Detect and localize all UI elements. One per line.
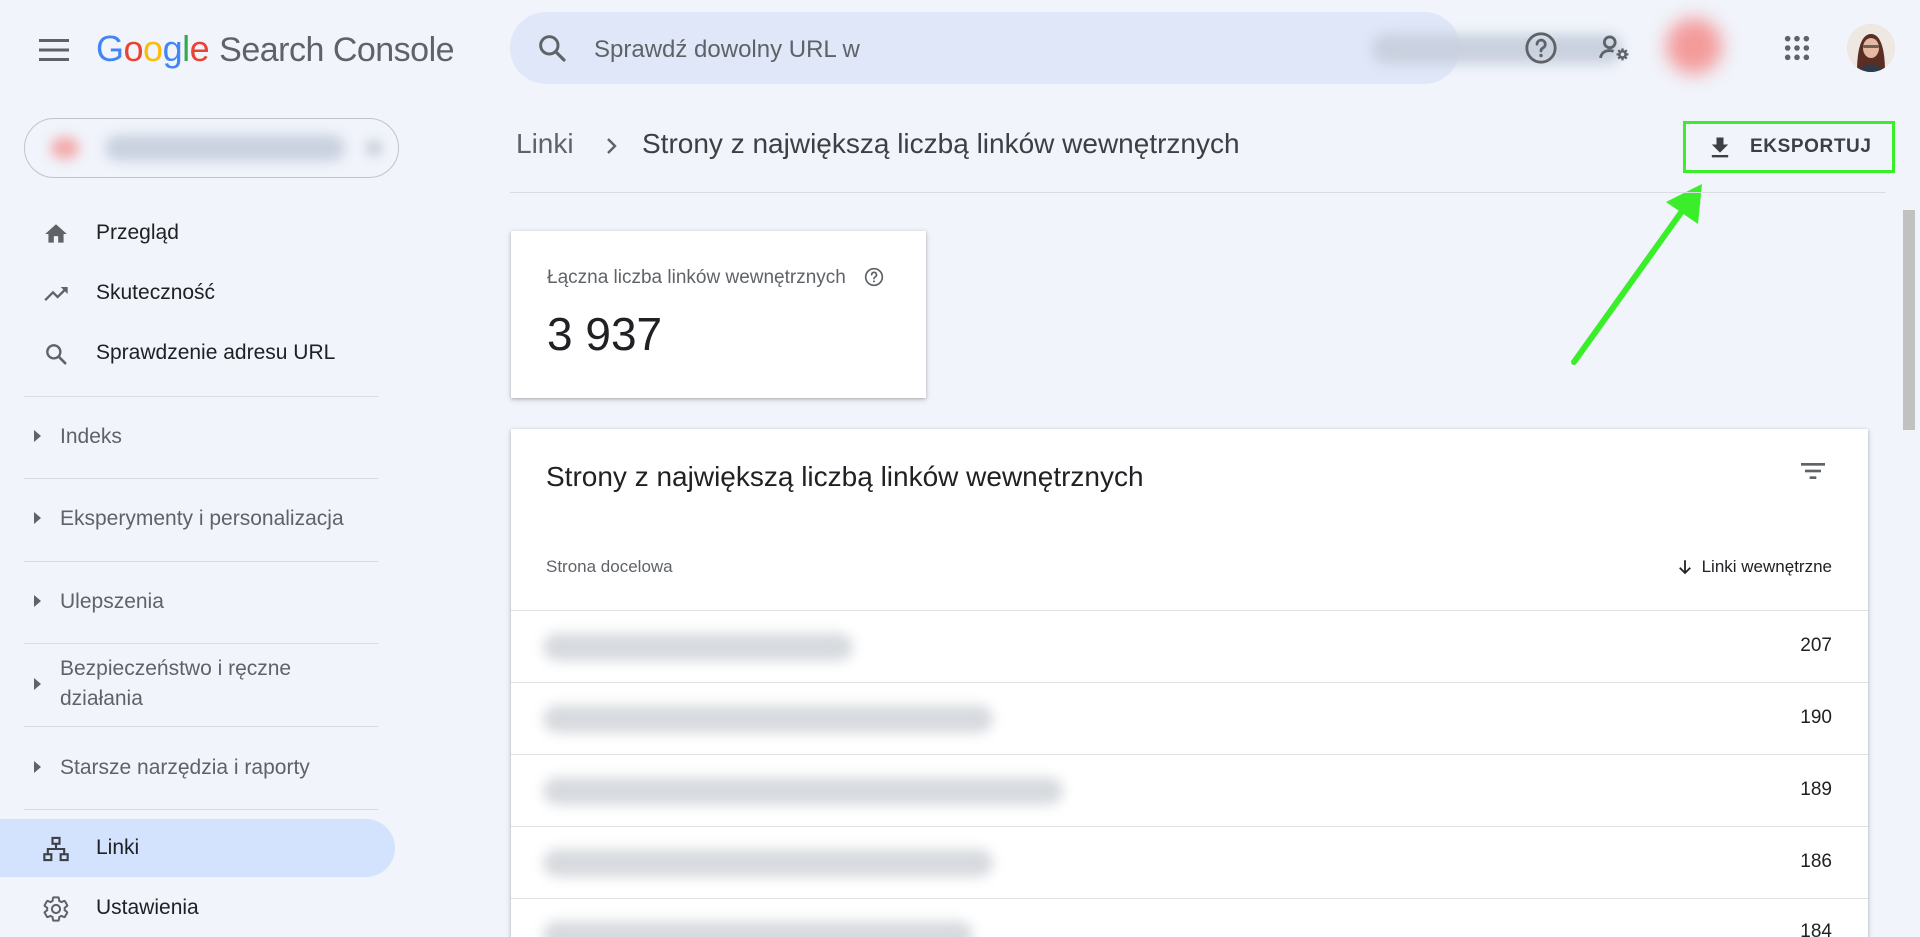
table-row[interactable]: 184 (511, 898, 1868, 937)
redacted-property-url (1372, 34, 1622, 64)
internal-links-count: 207 (1800, 635, 1832, 656)
internal-links-count: 184 (1800, 921, 1832, 937)
caret-right-icon (34, 430, 41, 442)
section-enhancements[interactable]: Ulepszenia (0, 585, 380, 625)
top-linked-pages-table: Strony z największą liczbą linków wewnęt… (511, 429, 1868, 937)
nav-item-url-inspection[interactable]: Sprawdzenie adresu URL (0, 324, 395, 382)
column-header-target-page[interactable]: Strona docelowa (546, 557, 673, 577)
section-index[interactable]: Indeks (0, 420, 380, 460)
nav-item-overview[interactable]: Przegląd (0, 204, 395, 262)
redacted-url (543, 921, 973, 937)
url-inspection-search[interactable]: Sprawdź dowolny URL w (510, 12, 1622, 84)
nav-item-links[interactable]: Linki (0, 819, 395, 877)
avatar[interactable] (1847, 24, 1895, 72)
section-experiments[interactable]: Eksperymenty i personalizacja (0, 502, 380, 542)
trending-up-icon (42, 280, 70, 308)
gear-icon (42, 895, 70, 923)
table-row[interactable]: 186 (511, 826, 1868, 898)
column-header-internal-links[interactable]: Linki wewnętrzne (1676, 557, 1832, 577)
table-row[interactable]: 189 (511, 754, 1868, 826)
caret-right-icon (34, 678, 41, 690)
sidebar-divider (24, 396, 378, 397)
sidebar-divider (24, 809, 378, 810)
top-header: Google Search Console Sprawdź dowolny URL… (0, 0, 1920, 100)
scrollbar[interactable] (1903, 210, 1915, 930)
sidebar-divider (24, 478, 378, 479)
redacted-url (543, 777, 1063, 805)
section-security[interactable]: Bezpieczeństwo i ręczne działania (0, 652, 380, 716)
sidebar-divider (24, 643, 378, 644)
search-icon (42, 340, 70, 368)
download-icon (1706, 134, 1734, 167)
search-placeholder: Sprawdź dowolny URL w (594, 36, 860, 63)
page-title: Strony z największą liczbą linków wewnęt… (642, 128, 1240, 159)
section-legacy-tools[interactable]: Starsze narzędzia i raporty (0, 751, 380, 791)
breadcrumb-parent-link[interactable]: Linki (516, 128, 574, 160)
table-title: Strony z największą liczbą linków wewnęt… (546, 461, 1144, 492)
table-row[interactable]: 190 (511, 682, 1868, 754)
home-icon (42, 220, 70, 248)
redacted-property-favicon (51, 137, 79, 159)
scrollbar-thumb[interactable] (1903, 210, 1915, 430)
help-icon[interactable] (864, 267, 884, 292)
caret-right-icon (34, 595, 41, 607)
redacted-url (543, 849, 993, 877)
sidebar-divider (24, 726, 378, 727)
nav-item-performance[interactable]: Skuteczność (0, 264, 395, 322)
export-button[interactable]: EKSPORTUJ (1683, 121, 1895, 173)
annotation-arrow (1571, 184, 1702, 365)
chevron-right-icon (600, 132, 624, 165)
internal-links-count: 186 (1800, 851, 1832, 872)
nav-item-settings[interactable]: Ustawienia (0, 879, 395, 937)
table-row[interactable]: 207 (511, 610, 1868, 682)
google-search-console-logo[interactable]: Google Search Console (96, 28, 455, 70)
arrow-down-icon (1678, 560, 1691, 575)
manage-users-icon[interactable] (1594, 28, 1634, 68)
dropdown-icon (365, 139, 383, 157)
caret-right-icon (34, 761, 41, 773)
redacted-property-name (105, 135, 345, 161)
apps-icon[interactable] (1777, 28, 1817, 68)
sidebar-divider (24, 561, 378, 562)
help-icon[interactable] (1521, 28, 1561, 68)
total-internal-links-card: Łączna liczba linków wewnętrznych 3 937 (511, 231, 926, 398)
kpi-label: Łączna liczba linków wewnętrznych (547, 267, 846, 288)
sitemap-icon (42, 835, 70, 863)
main-divider (510, 192, 1886, 193)
redacted-account-badge (1666, 18, 1722, 74)
property-selector[interactable] (24, 118, 399, 178)
search-icon (536, 32, 568, 69)
filter-icon[interactable] (1797, 455, 1829, 492)
redacted-url (543, 633, 853, 661)
caret-right-icon (34, 512, 41, 524)
internal-links-count: 190 (1800, 707, 1832, 728)
redacted-url (543, 705, 993, 733)
product-name: Search Console (219, 31, 455, 69)
internal-links-count: 189 (1800, 779, 1832, 800)
menu-icon[interactable] (36, 32, 72, 68)
kpi-value: 3 937 (547, 308, 663, 360)
